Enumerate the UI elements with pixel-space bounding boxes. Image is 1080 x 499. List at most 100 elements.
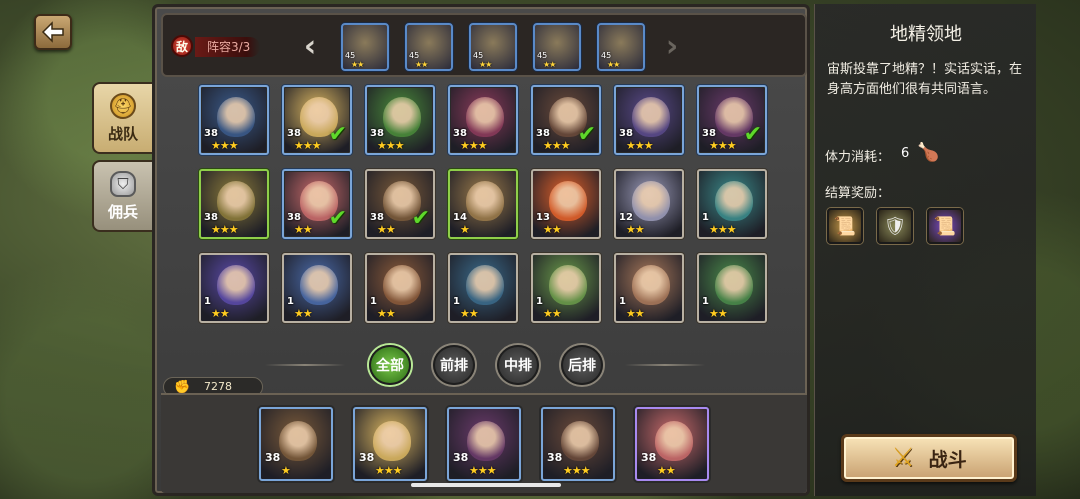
hero-card[interactable]: 1 ★★ xyxy=(365,253,435,323)
hero-card[interactable]: 38 ★★★ ✔ xyxy=(531,85,601,155)
hero-card[interactable]: 38 ★★★ xyxy=(614,85,684,155)
hero-stars: ★★ xyxy=(377,307,396,320)
next-formation-arrow[interactable]: › xyxy=(663,29,681,65)
hero-stars: ★★★ xyxy=(460,139,488,152)
hero-card[interactable]: 1 ★★★ xyxy=(697,169,767,239)
scroll-gold-icon[interactable]: 📜 xyxy=(827,208,863,244)
hero-portrait xyxy=(383,265,421,305)
hero-stars: ★★★ xyxy=(294,139,322,152)
hero-stars: ★★ xyxy=(377,223,396,236)
enemy-unit-slot[interactable]: 45 ★★ xyxy=(469,23,517,71)
enemy-unit-level: 45 xyxy=(537,51,548,60)
enemy-unit-level: 45 xyxy=(601,51,612,60)
hero-level: 38 xyxy=(702,128,716,139)
hero-level: 1 xyxy=(702,296,709,307)
divider xyxy=(625,364,705,366)
hero-stars: ★★★ xyxy=(626,139,654,152)
lineup-hero-stars: ★ xyxy=(281,464,291,477)
enemy-unit-slot[interactable]: 45 ★★ xyxy=(533,23,581,71)
fight-button[interactable]: ⚔ 战斗 xyxy=(841,434,1017,482)
hero-stars: ★★ xyxy=(294,223,313,236)
filter-button[interactable]: 中排 xyxy=(497,345,539,385)
hero-card[interactable]: 38 ★★★ ✔ xyxy=(282,85,352,155)
lineup-slot[interactable]: 38 ★★★ xyxy=(447,407,521,481)
hero-portrait xyxy=(383,97,421,137)
hero-card[interactable]: 38 ★★★ xyxy=(199,169,269,239)
selected-check-icon: ✔ xyxy=(577,122,596,147)
team-lineup: 38 ★ 38 ★★★ 38 ★★★ 38 ★★★ 38 ★★ xyxy=(161,393,807,493)
stamina-label: 体力消耗： xyxy=(825,150,891,165)
shield-badge-icon[interactable]: 🛡 xyxy=(877,208,913,244)
prev-formation-arrow[interactable]: ‹ xyxy=(301,29,319,65)
hero-stars: ★★ xyxy=(543,223,562,236)
lineup-hero-stars: ★★★ xyxy=(469,464,497,477)
hero-card[interactable]: 1 ★★ xyxy=(199,253,269,323)
hero-level: 38 xyxy=(204,128,218,139)
hero-level: 1 xyxy=(204,296,211,307)
back-button[interactable] xyxy=(34,14,72,50)
hero-card[interactable]: 1 ★★ xyxy=(282,253,352,323)
hero-level: 1 xyxy=(536,296,543,307)
hero-portrait xyxy=(715,265,753,305)
hero-card[interactable]: 12 ★★ xyxy=(614,169,684,239)
hero-card[interactable]: 38 ★★★ xyxy=(365,85,435,155)
enemy-unit-slot[interactable]: 45 ★★ xyxy=(597,23,645,71)
lineup-hero-level: 38 xyxy=(359,451,375,464)
lineup-slot[interactable]: 38 ★★ xyxy=(635,407,709,481)
hero-stars: ★★ xyxy=(294,307,313,320)
hero-card[interactable]: 1 ★★ xyxy=(448,253,518,323)
hero-card[interactable]: 38 ★★ ✔ xyxy=(282,169,352,239)
hero-card[interactable]: 38 ★★★ ✔ xyxy=(697,85,767,155)
purple-scroll-icon[interactable]: 📜 xyxy=(927,208,963,244)
hero-portrait xyxy=(300,265,338,305)
hero-card[interactable]: 1 ★★ xyxy=(614,253,684,323)
enemy-unit-level: 45 xyxy=(345,51,356,60)
tab-mercenary[interactable]: ⛉ 佣兵 xyxy=(92,160,152,232)
lineup-slot[interactable]: 38 ★★★ xyxy=(353,407,427,481)
knight-helmet-icon: ⛉ xyxy=(110,170,136,197)
hero-portrait xyxy=(217,265,255,305)
hero-card[interactable]: 38 ★★ ✔ xyxy=(365,169,435,239)
enemy-unit-slot[interactable]: 45 ★★ xyxy=(405,23,453,71)
selected-check-icon: ✔ xyxy=(743,122,762,147)
enemy-unit-slot[interactable]: 45 ★★ xyxy=(341,23,389,71)
filter-button[interactable]: 前排 xyxy=(433,345,475,385)
drumstick-icon: 🍗 xyxy=(917,142,940,163)
hero-level: 38 xyxy=(370,128,384,139)
lineup-hero-level: 38 xyxy=(641,451,657,464)
lineup-slot[interactable]: 38 ★ xyxy=(259,407,333,481)
hero-portrait xyxy=(217,181,255,221)
hero-level: 1 xyxy=(453,296,460,307)
hero-level: 38 xyxy=(204,212,218,223)
filter-button[interactable]: 后排 xyxy=(561,345,603,385)
hero-card[interactable]: 38 ★★★ xyxy=(199,85,269,155)
hero-level: 1 xyxy=(287,296,294,307)
home-indicator xyxy=(411,483,561,487)
hero-level: 38 xyxy=(370,212,384,223)
hero-level: 1 xyxy=(619,296,626,307)
hero-stars: ★★★ xyxy=(377,139,405,152)
enemy-unit-level: 45 xyxy=(473,51,484,60)
filter-button[interactable]: 全部 xyxy=(369,345,411,385)
hero-card[interactable]: 14 ★ xyxy=(448,169,518,239)
hero-card[interactable]: 13 ★★ xyxy=(531,169,601,239)
hero-portrait xyxy=(549,181,587,221)
hero-portrait xyxy=(561,421,599,461)
hero-portrait xyxy=(715,181,753,221)
hero-stars: ★★ xyxy=(211,307,230,320)
enemy-unit-stars: ★★ xyxy=(351,60,364,69)
lineup-hero-level: 38 xyxy=(265,451,281,464)
hero-level: 14 xyxy=(453,212,467,223)
hero-card[interactable]: 1 ★★ xyxy=(697,253,767,323)
enemy-unit-stars: ★★ xyxy=(607,60,620,69)
hero-card[interactable]: 1 ★★ xyxy=(531,253,601,323)
stage-info-panel: 地精领地 宙斯投靠了地精？！实话实话，在身高方面他们很有共同语言。 体力消耗： … xyxy=(814,4,1036,496)
lineup-slot[interactable]: 38 ★★★ xyxy=(541,407,615,481)
hero-stars: ★★ xyxy=(543,307,562,320)
tab-team[interactable]: ⛑ 战队 xyxy=(92,82,152,154)
hero-level: 38 xyxy=(619,128,633,139)
hero-card[interactable]: 38 ★★★ xyxy=(448,85,518,155)
tab-mercenary-label: 佣兵 xyxy=(107,202,138,221)
hero-level: 1 xyxy=(370,296,377,307)
hero-portrait xyxy=(655,421,693,461)
